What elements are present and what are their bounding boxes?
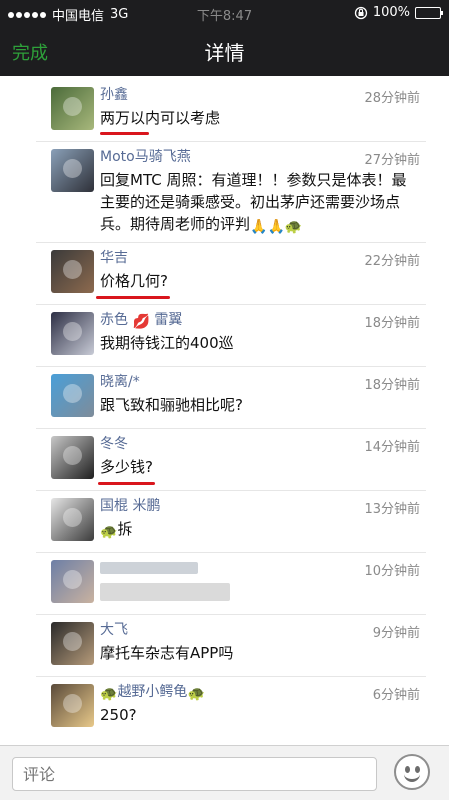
- comment-text-content: 拆: [117, 520, 133, 538]
- praying-hands-icon: 🙏🙏: [250, 219, 285, 235]
- comment-text: 多少钱?: [100, 458, 153, 476]
- status-bar: 中国电信 3G 下午8:47 100%: [0, 0, 449, 26]
- page-title: 详情: [204, 41, 245, 65]
- highlight-underline: [96, 296, 170, 299]
- comment-time: 10分钟前: [364, 564, 420, 579]
- emoji-eye-left: [405, 766, 410, 773]
- battery-icon: [415, 6, 443, 19]
- comment-time: 27分钟前: [364, 153, 420, 168]
- avatar[interactable]: [51, 250, 94, 293]
- highlight-underline: [100, 132, 149, 135]
- comment-time: 28分钟前: [364, 91, 420, 106]
- redacted-comment-text: [100, 583, 230, 601]
- emoji-eye-right: [415, 766, 420, 773]
- lips-icon: 💋: [132, 314, 150, 330]
- avatar[interactable]: [51, 436, 94, 479]
- avatar[interactable]: [51, 622, 94, 665]
- comment-time: 14分钟前: [364, 440, 420, 455]
- comment-item[interactable]: 国棍 米鹏 🐢拆 13分钟前: [36, 491, 426, 553]
- comment-item[interactable]: Moto马骑飞燕 回复MTC 周照：有道理！！参数只是体表！最主要的还是骑乘感受…: [36, 142, 426, 243]
- battery-percent: 100%: [372, 5, 410, 20]
- comment-item[interactable]: 冬冬 多少钱? 14分钟前: [36, 429, 426, 491]
- avatar[interactable]: [51, 560, 94, 603]
- comment-item[interactable]: 大飞 摩托车杂志有APP吗 9分钟前: [36, 615, 426, 677]
- comment-text: 🐢拆: [100, 518, 420, 543]
- status-right: 100%: [354, 5, 443, 20]
- avatar[interactable]: [51, 312, 94, 355]
- avatar[interactable]: [51, 498, 94, 541]
- comment-text: 摩托车杂志有APP吗: [100, 644, 234, 662]
- turtle-icon: 🐢: [284, 219, 303, 235]
- avatar[interactable]: [51, 374, 94, 417]
- turtle-icon: 🐢: [187, 686, 205, 702]
- comment-input-bar: [0, 745, 449, 800]
- comment-input[interactable]: [12, 757, 377, 791]
- comment-item[interactable]: 10分钟前: [36, 553, 426, 615]
- comment-time: 6分钟前: [372, 688, 420, 703]
- nav-bar: 完成 详情: [0, 26, 449, 76]
- commenter-name-second[interactable]: 雷翼: [154, 312, 182, 328]
- highlight-underline: [98, 482, 155, 485]
- redacted-commenter-name: [100, 562, 198, 574]
- commenter-name-first[interactable]: 赤色: [100, 312, 128, 328]
- comment-item[interactable]: 华吉 价格几何? 22分钟前: [36, 243, 426, 305]
- emoji-mouth: [404, 774, 420, 782]
- comment-time: 9分钟前: [372, 626, 420, 641]
- comment-text: 跟飞致和骊驰相比呢?: [100, 396, 243, 414]
- comment-text: 我期待钱江的400巡: [100, 334, 234, 352]
- comment-item[interactable]: 赤色 💋 雷翼 我期待钱江的400巡 18分钟前: [36, 305, 426, 367]
- avatar[interactable]: [51, 684, 94, 727]
- avatar[interactable]: [51, 149, 94, 192]
- comment-time: 18分钟前: [364, 378, 420, 393]
- comment-time: 18分钟前: [364, 316, 420, 331]
- comment-item[interactable]: 晓离/* 跟飞致和骊驰相比呢? 18分钟前: [36, 367, 426, 429]
- turtle-icon: 🐢: [100, 686, 118, 702]
- orientation-lock-icon: [354, 6, 367, 19]
- comment-text: 价格几何?: [100, 272, 168, 290]
- avatar[interactable]: [51, 87, 94, 130]
- comment-text: 250?: [100, 706, 137, 724]
- comment-list: 孙鑫 两万以内可以考虑 28分钟前 Moto马骑飞燕 回复MTC 周照：有道理！…: [36, 80, 426, 739]
- turtle-icon: 🐢: [100, 524, 118, 540]
- comment-text: 两万以内可以考虑: [100, 109, 221, 127]
- comment-text: 回复MTC 周照：有道理！！参数只是体表！最主要的还是骑乘感受。初出茅庐还需要沙…: [100, 169, 420, 238]
- comment-item[interactable]: 🐢越野小鳄龟🐢 250? 6分钟前: [36, 677, 426, 739]
- comment-time: 13分钟前: [364, 502, 420, 517]
- commenter-name-text[interactable]: 越野小鳄龟: [117, 684, 187, 700]
- emoji-face-icon[interactable]: [394, 754, 430, 790]
- comment-time: 22分钟前: [364, 254, 420, 269]
- comment-item[interactable]: 孙鑫 两万以内可以考虑 28分钟前: [36, 80, 426, 142]
